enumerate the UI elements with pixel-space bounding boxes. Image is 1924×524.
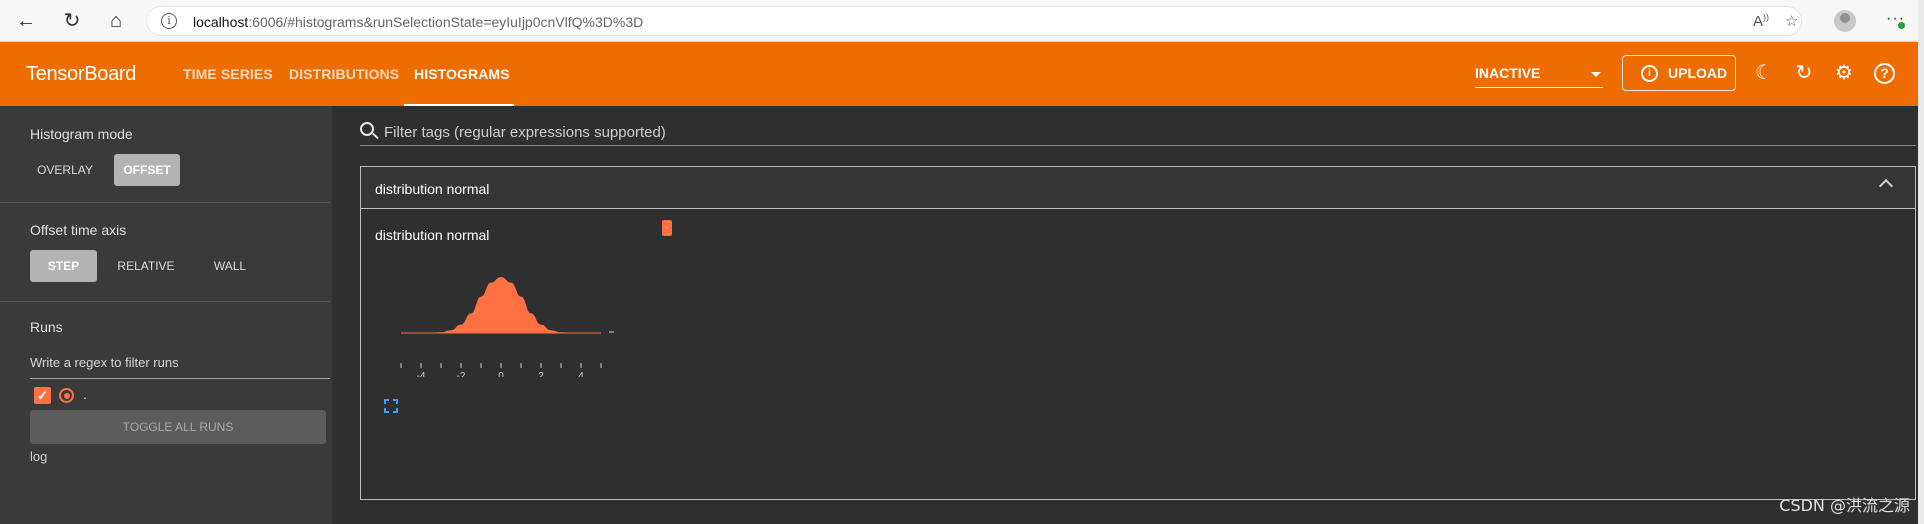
run-checkbox[interactable]: ✓ [34,387,51,404]
tab-distributions[interactable]: DISTRIBUTIONS [289,66,399,82]
run-chip: . [662,220,672,236]
settings-gear-icon[interactable]: ⚙ [1832,61,1856,85]
caret-down-icon [1591,72,1601,77]
histogram-area [401,277,601,333]
x-tick-label: 4 [578,371,584,377]
histogram-chart: -4 -2 0 2 4 [400,277,614,377]
dark-mode-icon[interactable]: ☾ [1752,61,1776,85]
tab-histograms[interactable]: HISTOGRAMS [414,66,510,82]
tab-time-series[interactable]: TIME SERIES [183,66,273,82]
x-tick-label: -2 [457,371,466,377]
brand-title: TensorBoard [26,63,137,85]
runs-label: Runs [30,319,63,335]
info-icon: i [1641,65,1658,82]
tag-group-card: distribution normal distribution normal … [360,166,1916,500]
address-bar[interactable]: i localhost:6006/#histograms&runSelectio… [146,6,1802,36]
runs-filter [30,351,330,379]
overlay-button[interactable]: OVERLAY [30,154,100,186]
help-icon[interactable]: ? [1874,63,1895,84]
favorites-icon[interactable]: ☆ [1785,12,1798,30]
tensorboard-toolbar: TensorBoard TIME SERIES DISTRIBUTIONS HI… [0,42,1924,106]
wall-button[interactable]: WALL [200,250,260,282]
reload-icon[interactable]: ↻ [60,9,84,33]
step-button[interactable]: STEP [30,250,97,282]
reload-status-label: INACTIVE [1475,65,1541,81]
browser-toolbar: ← ↻ ⌂ i localhost:6006/#histograms&runSe… [0,0,1924,42]
tag-group-header[interactable]: distribution normal [361,167,1915,209]
upload-button[interactable]: i UPLOAD [1622,55,1736,91]
fullscreen-icon[interactable] [384,399,398,413]
home-icon[interactable]: ⌂ [104,9,128,33]
x-tick-label: 2 [538,371,544,377]
refresh-icon[interactable]: ↻ [1792,61,1816,85]
read-aloud-icon[interactable]: A)) [1753,12,1769,30]
x-tick-label: 0 [498,371,504,377]
relative-button[interactable]: RELATIVE [108,250,184,282]
tag-filter-input[interactable] [384,120,1884,144]
upload-label: UPLOAD [1668,65,1728,81]
group-title: distribution normal [375,181,490,197]
watermark: CSDN @洪流之源 [1779,496,1910,515]
window-scrollbar[interactable] [1918,0,1924,524]
run-color-picker[interactable] [59,388,74,403]
info-icon[interactable]: i [161,13,177,29]
run-name: . [83,386,87,402]
chevron-up-icon[interactable] [1878,178,1894,194]
back-icon[interactable]: ← [14,9,38,33]
search-icon [360,122,374,136]
runs-filter-input[interactable] [30,351,330,373]
main-content: distribution normal distribution normal … [332,106,1924,524]
tag-filter [360,120,1916,146]
time-axis-label: Offset time axis [30,222,127,238]
sidebar: Histogram mode OVERLAY OFFSET Offset tim… [0,106,332,524]
divider [0,301,330,302]
offset-button[interactable]: OFFSET [114,154,180,186]
log-dir-label: log [30,449,48,464]
profile-icon[interactable] [1834,10,1856,32]
reload-status-select[interactable]: INACTIVE [1475,64,1603,88]
url-text[interactable]: localhost:6006/#histograms&runSelectionS… [193,14,643,30]
divider [0,202,330,203]
toggle-all-runs-button[interactable]: TOGGLE ALL RUNS [30,410,326,444]
histogram-mode-label: Histogram mode [30,126,133,142]
x-tick-label: -4 [417,371,426,377]
notification-dot [1898,22,1905,29]
